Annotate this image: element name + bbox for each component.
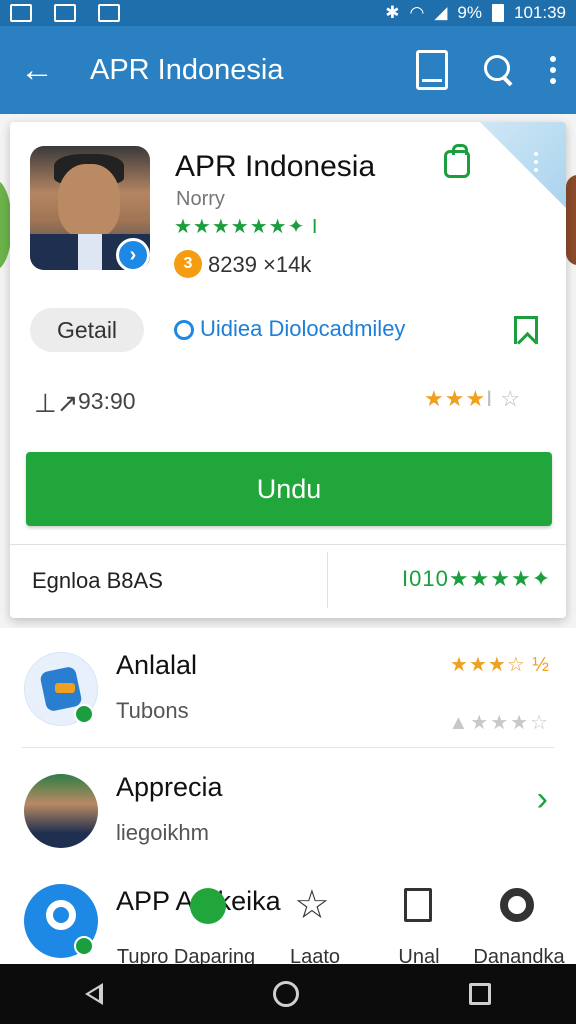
more-options-icon[interactable]	[550, 56, 556, 84]
app-developer: Norry	[176, 188, 225, 210]
card-corner-more-icon[interactable]	[534, 152, 538, 172]
trend-icon: ⊥↗	[34, 388, 79, 418]
card-corner-fold[interactable]	[480, 122, 566, 208]
battery-percent: 9%	[457, 3, 482, 22]
list-item[interactable]: Anlalal Tubons ★★★☆ ½ ▲★★★☆	[0, 628, 576, 748]
card-footer-separator	[327, 552, 328, 608]
background-card-peek-right	[566, 175, 576, 265]
list-item-title: Anlalal	[116, 650, 198, 680]
system-navigation-bar	[0, 964, 576, 1024]
bookmark-icon[interactable]	[404, 888, 432, 922]
nav-home-icon[interactable]	[273, 981, 299, 1007]
list-item-subtitle: liegoikhm	[116, 820, 209, 845]
list-item-title: Apprecia	[116, 772, 223, 802]
star-icon[interactable]: ☆	[294, 882, 330, 928]
list-item-avatar	[24, 774, 98, 848]
verified-badge-icon: ›	[116, 238, 150, 272]
signal-icon: ◢	[434, 3, 448, 22]
card-footer-left[interactable]: Egnloa B8AS	[32, 568, 163, 594]
list-item-rating: ★★★☆ ½	[450, 654, 550, 676]
app-detail-card: › APR Indonesia Norry ★★★★★★✦ I 3 8239 ×…	[10, 122, 566, 618]
battery-icon	[492, 4, 504, 22]
chat-icon[interactable]	[190, 888, 226, 924]
bottom-navigation: ☆ Tupro Daparing Laato Unal Danandka	[0, 880, 576, 968]
card-footer-rating[interactable]: I010★★★★✦	[402, 566, 551, 592]
app-title: APR Indonesia	[175, 150, 376, 183]
nav-recents-icon[interactable]	[469, 983, 491, 1005]
bookmark-icon[interactable]	[514, 316, 538, 344]
list-item-rating-secondary: ▲★★★☆	[448, 712, 550, 734]
link-icon	[174, 320, 194, 340]
search-icon[interactable]	[500, 888, 534, 922]
card-footer-divider	[10, 544, 566, 545]
nav-back-icon[interactable]	[85, 983, 103, 1005]
app-rating-stars: ★★★★★★✦ I	[174, 216, 319, 238]
bluetooth-icon: ✱	[385, 3, 400, 22]
shopping-bag-icon[interactable]	[444, 144, 470, 178]
stat-value: 93:90	[78, 388, 136, 414]
stat-rating-stars: ★★★I ☆	[424, 386, 521, 412]
search-icon[interactable]	[484, 55, 514, 85]
library-icon[interactable]	[416, 50, 448, 90]
mail-notification-icon	[54, 4, 76, 22]
download-count-icon: 3	[174, 250, 202, 278]
detail-button[interactable]: Getail	[30, 308, 144, 352]
back-arrow-icon[interactable]: ←	[20, 51, 60, 90]
chevron-right-icon[interactable]: ›	[537, 780, 548, 819]
image-notification-icon	[10, 4, 32, 22]
download-count: 8239 ×14k	[208, 252, 312, 277]
list-item[interactable]: Apprecia liegoikhm ›	[0, 750, 576, 870]
screen: ✱ ◠ ◢ 9% 101:39 ← APR Indonesia › APR In	[0, 0, 576, 1024]
add-badge-icon	[74, 704, 94, 724]
list-item-subtitle: Tubons	[116, 698, 189, 723]
wifi-icon: ◠	[409, 3, 425, 22]
stat-stars-tail: I ☆	[486, 386, 522, 411]
app-bar-title: APR Indonesia	[90, 53, 284, 86]
app-bar: ← APR Indonesia	[0, 26, 576, 114]
developer-link[interactable]: Uidiea Diolocadmiley	[200, 316, 405, 342]
status-bar: ✱ ◠ ◢ 9% 101:39	[0, 0, 576, 26]
stat-stars-filled: ★★★	[424, 386, 487, 411]
install-button[interactable]: Undu	[26, 452, 552, 526]
clock: 101:39	[514, 3, 566, 22]
photo-notification-icon	[98, 4, 120, 22]
